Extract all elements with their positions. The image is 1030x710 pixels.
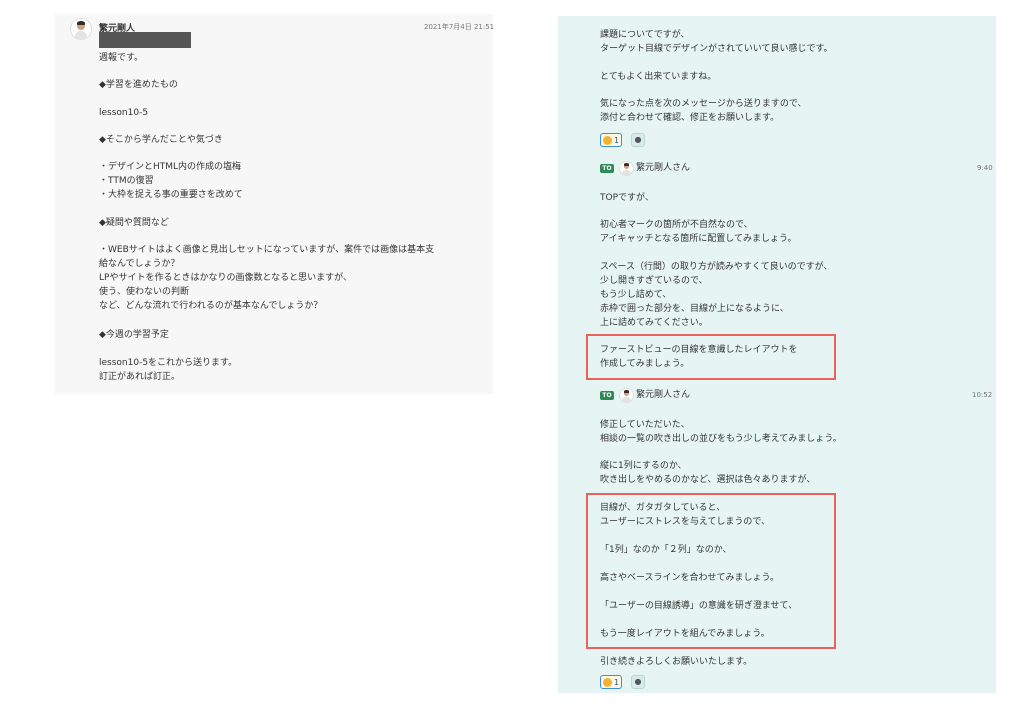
left-line-2: ◆学習を進めたもの: [99, 80, 178, 90]
left-line-12: ◆疑問や質問など: [99, 218, 169, 228]
closing-line: 引き続きよろしくお願いいたします。: [600, 657, 753, 667]
left-line-4: lesson10-5: [99, 108, 149, 118]
msg2-box-line-1: 作成してみましょう。: [600, 359, 690, 369]
to-badge: TO: [600, 164, 614, 173]
msg2-line-2: 初心者マークの箇所が不自然なので、: [600, 220, 753, 230]
msg3-line-0: 修正していただいた、: [600, 420, 690, 430]
msg1-line-1: ターゲット目線でデザインがされていいて良い感じです。: [600, 44, 833, 54]
msg2-timestamp: 9:40: [977, 164, 993, 172]
addressee-avatar[interactable]: [619, 161, 634, 176]
left-post-timestamp: 2021年7月4日 21:51: [424, 23, 495, 31]
msg2-line-9: 上に詰めてみてください。: [600, 318, 708, 328]
msg3-line-3: 縦に1列にするのか、: [600, 461, 687, 471]
left-line-14: ・WEBサイトはよく画像と見出しセットになっていますが、案件では画像は基本支: [99, 245, 435, 255]
left-line-18: など、どんな流れで行われるのが基本なんでしょうか？: [99, 301, 323, 311]
highlight-box-1: [586, 334, 836, 380]
msg3-box-line-1: ユーザーにストレスを与えてしまうので、: [600, 517, 771, 527]
msg2-line-8: 赤枠で囲った部分を、目線が上になるように、: [600, 304, 789, 314]
msg2-line-0: TOPですが、: [600, 193, 654, 203]
reaction-count-2: 1: [614, 678, 620, 687]
left-line-16: LPやサイトを作るときはかなりの画像数となると思いますが、: [99, 273, 352, 283]
addressee-avatar-2[interactable]: [619, 388, 634, 403]
msg3-line-1: 相談の一覧の吹き出しの並びをもう少し考えてみましょう。: [600, 434, 842, 444]
msg1-line-0: 課題についてですが、: [600, 30, 690, 40]
msg3-line-4: 吹き出しをやめるのかなど、選択は色々ありますが、: [600, 475, 816, 485]
left-line-15: 給なんでしょうか？: [99, 259, 180, 269]
msg1-line-5: 気になった点を次のメッセージから送りますので、: [600, 99, 807, 109]
left-line-22: lesson10-5をこれから送ります。: [99, 358, 238, 368]
left-line-20: ◆今週の学習予定: [99, 330, 169, 340]
left-line-8: ・デザインとHTML内の作成の塩梅: [99, 162, 242, 172]
msg2-box-line-0: ファーストビューの目線を意識したレイアウトを: [600, 345, 798, 355]
members-icon[interactable]: ●: [631, 133, 645, 147]
thumbs-up-emoji-icon: [603, 136, 612, 145]
thumbs-up-emoji-icon: [603, 678, 612, 687]
left-line-17: 使う、使わないの判断: [99, 287, 190, 297]
msg2-line-3: アイキャッチとなる箇所に配置してみましょう。: [600, 234, 797, 244]
redacted-block: [99, 32, 191, 48]
reaction-button-2[interactable]: 1: [600, 675, 622, 689]
msg3-box-line-0: 目線が、ガタガタしていると、: [600, 503, 726, 513]
left-line-6: ◆そこから学んだことや気づき: [99, 135, 223, 145]
to-badge-2: TO: [600, 391, 614, 400]
msg1-line-6: 添付と合わせて確認、修正をお願いします。: [600, 113, 780, 123]
msg1-line-3: とてもよく出来ていますね。: [600, 72, 717, 82]
msg3-box-line-3: 「1列」なのか「２列」なのか、: [600, 545, 732, 555]
msg2-line-5: スペース（行間）の取り方が読みやすくて良いのですが、: [600, 262, 833, 272]
author-avatar[interactable]: [70, 18, 92, 40]
msg3-box-line-9: もう一度レイアウトを組んでみましょう。: [600, 629, 770, 639]
msg3-box-line-5: 高さやベースラインを合わせてみましょう。: [600, 573, 780, 583]
msg2-line-7: もう少し詰めて、: [600, 290, 672, 300]
msg3-timestamp: 10:52: [972, 391, 993, 399]
addressee-name-2[interactable]: 繁元剛人さん: [636, 390, 690, 401]
msg2-line-6: 少し開きすぎているので、: [600, 276, 708, 286]
left-line-10: ・大枠を捉える事の重要さを改めて: [99, 190, 243, 200]
reaction-button[interactable]: 1: [600, 133, 622, 147]
reaction-count: 1: [614, 136, 620, 145]
left-line-23: 訂正があれば訂正。: [99, 372, 181, 382]
msg3-box-line-7: 「ユーザーの目線誘導」の意識を研ぎ澄ませて、: [600, 601, 798, 611]
addressee-name[interactable]: 繁元剛人さん: [636, 163, 690, 174]
members-icon[interactable]: ●: [631, 675, 645, 689]
left-line-9: ・TTMの復習: [99, 176, 154, 186]
left-line-0: 週報です。: [99, 53, 144, 63]
